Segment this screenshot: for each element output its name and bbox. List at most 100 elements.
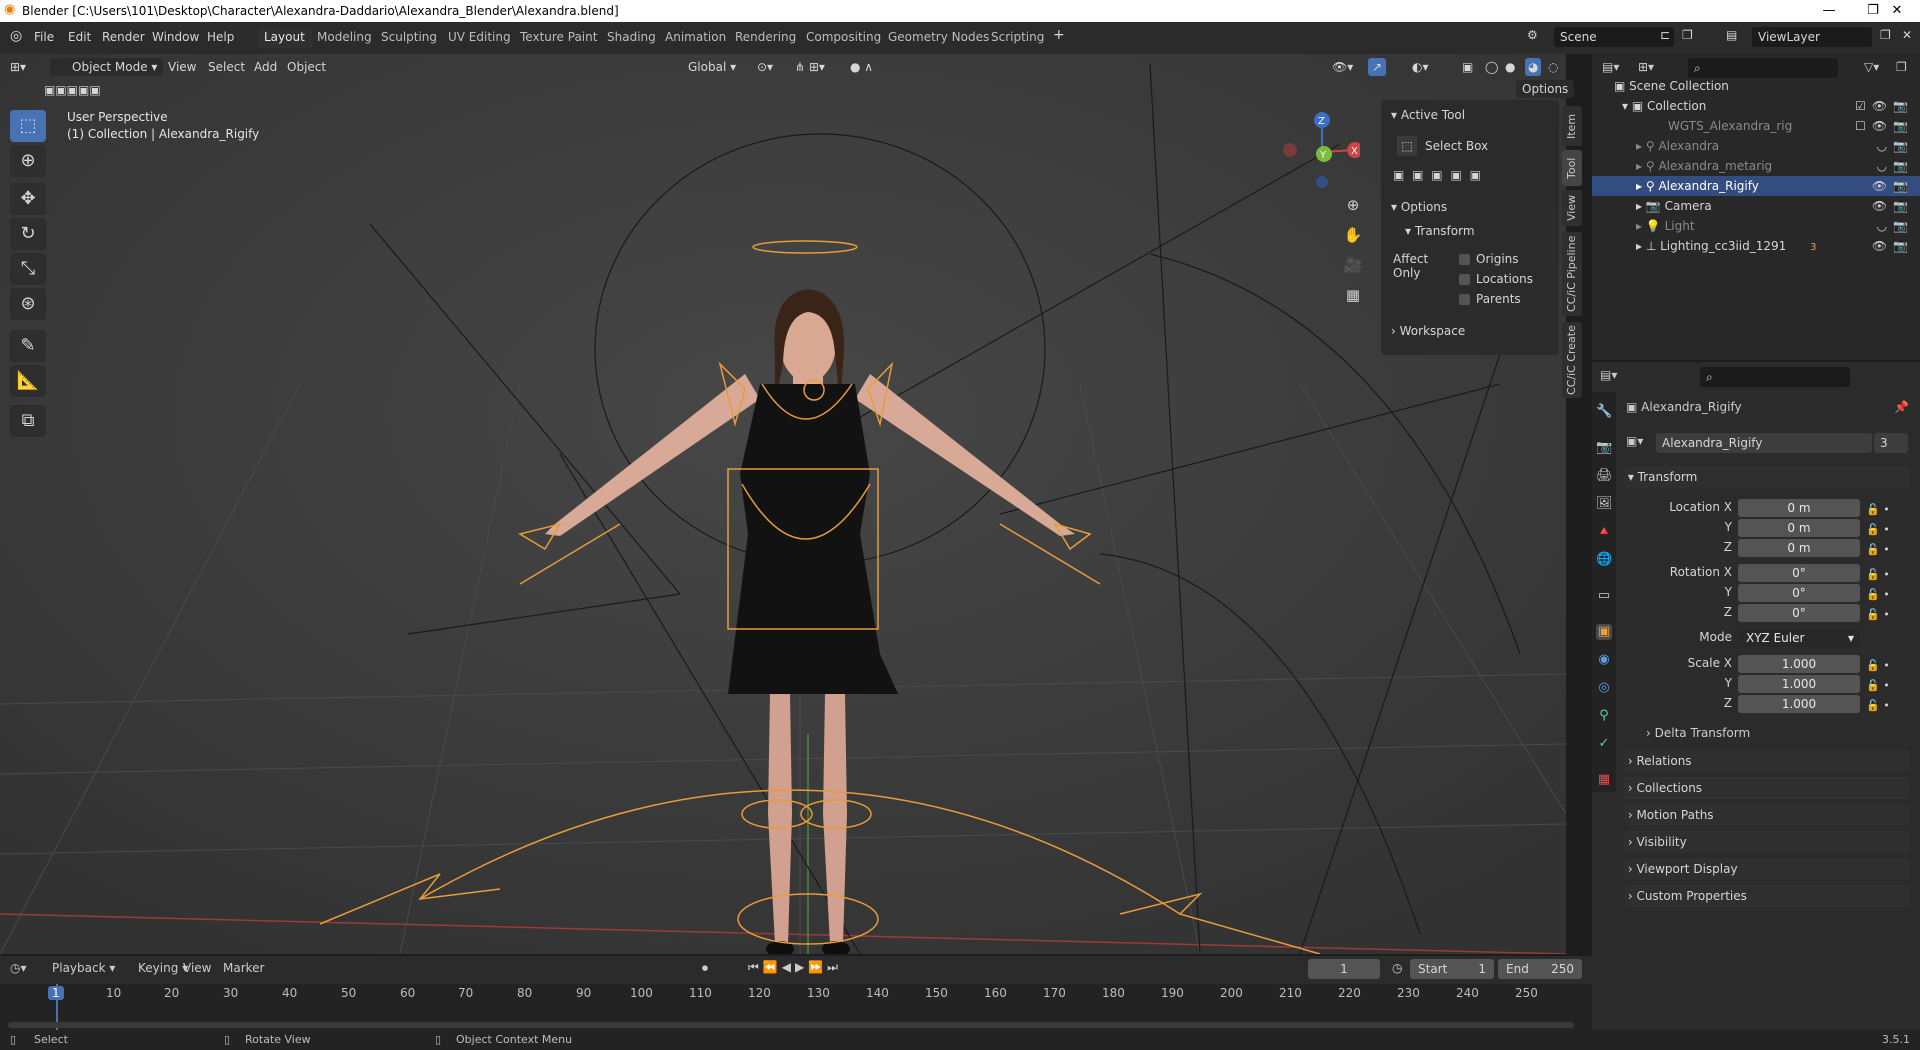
display-mode-icon[interactable]: ⊞▾ bbox=[1638, 60, 1654, 74]
outliner-search-input[interactable]: ⌕ bbox=[1688, 58, 1838, 78]
tab-animation[interactable]: Animation bbox=[658, 27, 733, 48]
camera-view-icon[interactable]: 🎥 bbox=[1340, 252, 1366, 278]
selection-mode-icons[interactable]: ▣▣▣▣▣ bbox=[44, 81, 101, 99]
workspace-header[interactable]: › Workspace bbox=[1391, 324, 1569, 338]
tab-view[interactable]: View bbox=[1562, 190, 1582, 226]
active-tool-row[interactable]: ⬚ Select Box bbox=[1397, 136, 1575, 156]
tool-props-icon[interactable]: 🔧 bbox=[1596, 404, 1612, 420]
3d-viewport[interactable] bbox=[0, 54, 1566, 954]
current-frame-field[interactable]: 1 bbox=[1308, 959, 1380, 979]
keying-menu[interactable]: Keying ▾ bbox=[138, 961, 188, 975]
outliner-item-metarig[interactable]: ▸ ⚲ Alexandra_metarig ◡📷 bbox=[1592, 156, 1920, 176]
scene-icon[interactable]: ⚙ bbox=[1527, 28, 1538, 42]
menu-view[interactable]: View bbox=[168, 58, 196, 76]
object-props-icon[interactable]: ▣ bbox=[1596, 624, 1612, 640]
new-scene-icon[interactable]: ❐ bbox=[1682, 28, 1693, 42]
render-props-icon[interactable]: 📷 bbox=[1596, 440, 1612, 456]
active-tool-header[interactable]: ▾ Active Tool bbox=[1391, 108, 1569, 122]
physics-props-icon[interactable]: ◎ bbox=[1596, 680, 1612, 696]
object-name-field[interactable]: Alexandra_Rigify bbox=[1656, 433, 1872, 453]
tab-geometry-nodes[interactable]: Geometry Nodes bbox=[881, 27, 996, 48]
properties-editor-icon[interactable]: ▤▾ bbox=[1600, 368, 1617, 382]
menu-select[interactable]: Select bbox=[208, 58, 245, 76]
output-props-icon[interactable]: 🖨 bbox=[1596, 468, 1613, 484]
transform-tool[interactable]: ⊛ bbox=[10, 288, 46, 320]
tool-mode-icons[interactable]: ▣ ▣ ▣ ▣ ▣ bbox=[1393, 168, 1571, 182]
zoom-icon[interactable]: ⊕ bbox=[1340, 192, 1366, 218]
remove-view-layer-icon[interactable]: ✕ bbox=[1902, 28, 1912, 42]
snap-icon[interactable]: ⋔ ⊞▾ bbox=[795, 58, 825, 76]
tab-layout[interactable]: Layout bbox=[257, 27, 312, 48]
overlay-icon[interactable]: ◐▾ bbox=[1412, 58, 1429, 76]
measure-tool[interactable]: 📐 bbox=[10, 365, 46, 397]
view-layer-icon[interactable]: ▤ bbox=[1726, 28, 1737, 42]
lock-keyframe-icons[interactable]: 🔓 • 🔓 • 🔓 • bbox=[1866, 500, 1890, 560]
annotate-tool[interactable]: ✎ bbox=[10, 330, 46, 362]
wireframe-shading-icon[interactable]: ◯ bbox=[1485, 58, 1498, 76]
texture-props-icon[interactable]: ▦ bbox=[1596, 772, 1612, 788]
editor-type-icon[interactable]: ⊞▾ bbox=[10, 58, 26, 76]
outliner-item-alexandra[interactable]: ▸ ⚲ Alexandra ◡📷 bbox=[1592, 136, 1920, 156]
rotation-y-field[interactable]: 0° bbox=[1738, 584, 1860, 602]
ortho-grid-icon[interactable]: ▦ bbox=[1340, 282, 1366, 308]
tab-item[interactable]: Item bbox=[1562, 106, 1582, 146]
pivot-icon[interactable]: ⊙▾ bbox=[757, 58, 773, 76]
custom-properties-panel-header[interactable]: › Custom Properties bbox=[1624, 885, 1910, 907]
menu-edit[interactable]: Edit bbox=[68, 30, 91, 44]
menu-file[interactable]: File bbox=[34, 30, 54, 44]
view-layer-field[interactable]: ViewLayer bbox=[1752, 27, 1872, 47]
move-tool[interactable]: ✥ bbox=[10, 183, 46, 215]
filter-icon[interactable]: ▽▾ bbox=[1864, 60, 1879, 74]
solid-shading-icon[interactable]: ● bbox=[1505, 58, 1515, 76]
tab-uv-editing[interactable]: UV Editing bbox=[441, 27, 518, 48]
pan-hand-icon[interactable]: ✋ bbox=[1340, 222, 1366, 248]
tab-shading[interactable]: Shading bbox=[600, 27, 663, 48]
rotation-x-field[interactable]: 0° bbox=[1738, 564, 1860, 582]
parents-checkbox[interactable]: Parents bbox=[1459, 292, 1559, 306]
tab-rendering[interactable]: Rendering bbox=[728, 27, 803, 48]
tab-modeling[interactable]: Modeling bbox=[310, 27, 379, 48]
pin-props-icon[interactable]: 📌 bbox=[1894, 400, 1909, 414]
marker-menu[interactable]: Marker bbox=[223, 961, 264, 975]
outliner-editor-icon[interactable]: ▤▾ bbox=[1602, 60, 1619, 74]
transform-panel-header[interactable]: ▾ Transform bbox=[1624, 466, 1910, 488]
scale-lock-icons[interactable]: 🔓 • 🔓 • 🔓 • bbox=[1866, 656, 1890, 716]
tab-cc-create[interactable]: CC/iC Create bbox=[1562, 322, 1582, 398]
orientation-dropdown[interactable]: Global ▾ bbox=[670, 58, 736, 76]
collection-props-icon[interactable]: ▭ bbox=[1596, 588, 1612, 604]
end-frame-field[interactable]: End 250 bbox=[1498, 959, 1582, 979]
minimize-button[interactable]: — bbox=[1806, 0, 1852, 22]
visibility-icon[interactable]: 👁▾ bbox=[1332, 58, 1353, 76]
playback-menu[interactable]: Playback ▾ bbox=[52, 961, 115, 975]
new-collection-icon[interactable]: ❐ bbox=[1896, 60, 1907, 74]
outliner-item-rigify[interactable]: ▸ ⚲ Alexandra_Rigify 👁📷 bbox=[1592, 176, 1920, 196]
tab-scripting[interactable]: Scripting bbox=[984, 27, 1051, 48]
add-cube-tool[interactable]: ⧉ bbox=[10, 405, 46, 437]
outliner-item-light[interactable]: ▸ 💡 Light ◡📷 bbox=[1592, 216, 1920, 236]
scale-y-field[interactable]: 1.000 bbox=[1738, 675, 1860, 693]
rotate-tool[interactable]: ↻ bbox=[10, 218, 46, 250]
motion-paths-panel-header[interactable]: › Motion Paths bbox=[1624, 804, 1910, 826]
menu-render[interactable]: Render bbox=[102, 30, 145, 44]
pin-icon[interactable]: ⊏ bbox=[1660, 28, 1670, 42]
scale-x-field[interactable]: 1.000 bbox=[1738, 655, 1860, 673]
proportional-edit-icon[interactable]: ● ∧ bbox=[850, 58, 873, 76]
tab-texture-paint[interactable]: Texture Paint bbox=[513, 27, 604, 48]
object-type-icon[interactable]: ▣▾ bbox=[1626, 434, 1643, 448]
xray-icon[interactable]: ▣ bbox=[1462, 58, 1473, 76]
timeline-editor-icon[interactable]: ◷▾ bbox=[10, 961, 27, 975]
delta-transform-header[interactable]: › Delta Transform bbox=[1646, 726, 1750, 740]
new-view-layer-icon[interactable]: ❐ bbox=[1880, 28, 1891, 42]
scale-z-field[interactable]: 1.000 bbox=[1738, 695, 1860, 713]
rendered-shading-icon[interactable]: ◌ bbox=[1548, 58, 1558, 76]
rotation-lock-icons[interactable]: 🔓 • 🔓 • 🔓 • bbox=[1866, 565, 1890, 625]
preview-range-icon[interactable]: ◷ bbox=[1392, 961, 1402, 975]
scene-field[interactable]: Scene bbox=[1554, 27, 1674, 47]
scene-collection-row[interactable]: ▣ Scene Collection bbox=[1592, 76, 1920, 96]
tab-compositing[interactable]: Compositing bbox=[799, 27, 888, 48]
object-mode-dropdown[interactable]: Object Mode ▾ bbox=[50, 58, 164, 76]
close-button[interactable]: ✕ bbox=[1874, 0, 1920, 22]
viewport-display-panel-header[interactable]: › Viewport Display bbox=[1624, 858, 1910, 880]
menu-window[interactable]: Window bbox=[152, 30, 199, 44]
menu-help[interactable]: Help bbox=[207, 30, 234, 44]
